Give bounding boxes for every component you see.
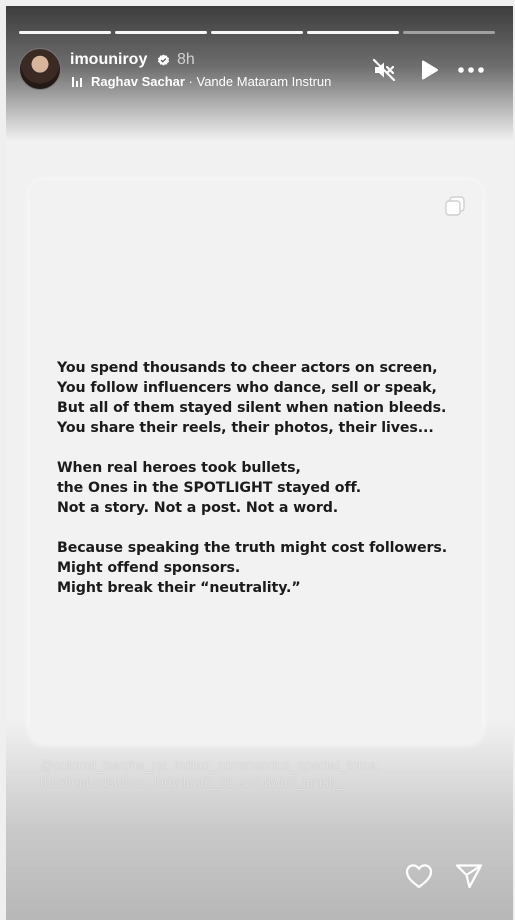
progress-segment [307,31,399,34]
play-icon[interactable] [417,58,441,82]
mentions-line-2a[interactable]: thesilentexistence, ladydeath_01 [40,775,234,790]
text-line: the Ones in the SPOTLIGHT stayed off. [57,480,362,496]
progress-segment-current [403,31,495,34]
music-separator: · [184,74,197,89]
text-line: When real heroes took bullets, [57,460,301,476]
story-text-card: You spend thousands to cheer actors on s… [30,180,482,744]
stanza: When real heroes took bullets, the Ones … [57,458,467,518]
story-progress-bar [19,31,495,34]
stanza: Because speaking the truth might cost fo… [57,538,467,598]
text-line: Might break their “neutrality.” [57,580,301,596]
text-line: Not a story. Not a post. Not a word. [57,500,339,516]
story-header: imouniroy 8h Raghav Sachar · Vande Matar… [19,48,499,92]
text-line: But all of them stayed silent when natio… [57,400,447,416]
music-info[interactable]: Raghav Sachar · Vande Mataram Instrun [72,74,372,89]
text-line: Because speaking the truth might cost fo… [57,540,448,556]
text-line: You spend thousands to cheer actors on s… [57,360,438,376]
text-line: You follow influencers who dance, sell o… [57,380,437,396]
mentions[interactable]: @colonel_barsha_rai, indian_commandos_sp… [40,757,480,791]
username[interactable]: imouniroy [70,51,147,69]
stanza: You spend thousands to cheer actors on s… [57,358,467,438]
music-artist: Raghav Sachar [91,74,185,89]
bottom-gradient [6,720,513,920]
avatar[interactable] [19,48,61,90]
heart-icon[interactable] [404,862,434,890]
mentions-line-2b[interactable]: tiwari_arush_ [264,775,344,790]
progress-segment [211,31,303,34]
more-options-icon[interactable] [457,60,485,80]
send-icon[interactable] [454,862,484,890]
mentions-and: and [234,775,265,790]
progress-segment [115,31,207,34]
text-line: Might offend sponsors. [57,560,241,576]
progress-segment [19,31,111,34]
music-bars-icon [72,76,85,87]
story-viewer[interactable]: imouniroy 8h Raghav Sachar · Vande Matar… [6,6,513,920]
text-line: You share their reels, their photos, the… [57,420,434,436]
music-track: Vande Mataram Instrun [196,74,332,89]
mentions-line-1[interactable]: @colonel_barsha_rai, indian_commandos_sp… [40,758,380,773]
copy-icon[interactable] [444,195,466,217]
timestamp: 8h [177,51,195,68]
verified-badge-icon [157,54,170,66]
speaker-muted-icon[interactable] [372,58,396,82]
card-text: You spend thousands to cheer actors on s… [57,358,467,618]
